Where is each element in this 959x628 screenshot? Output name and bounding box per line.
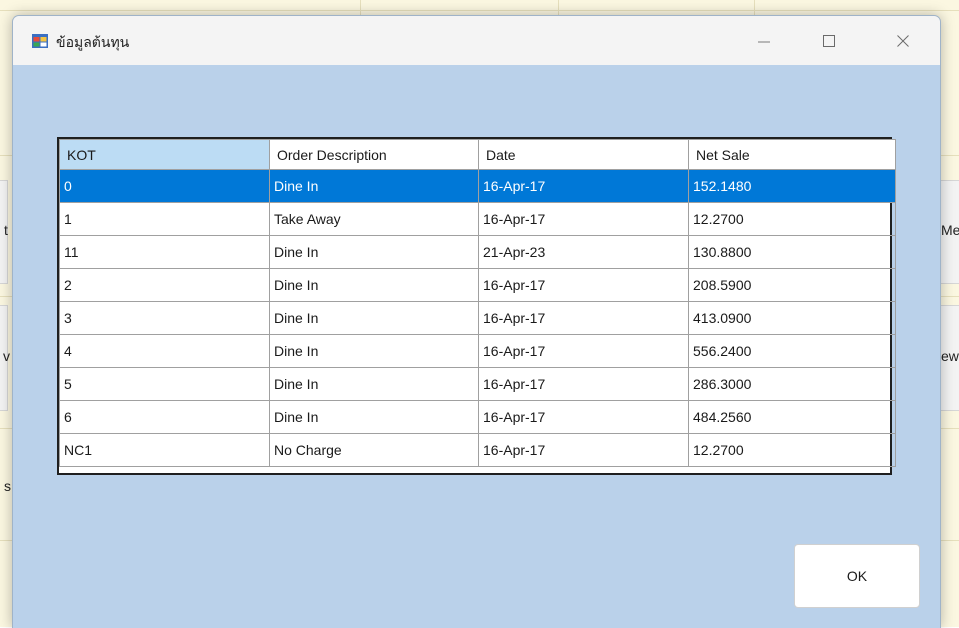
column-header-order-description[interactable]: Order Description: [269, 139, 479, 170]
close-icon: [897, 34, 909, 47]
cell-kot[interactable]: 5: [59, 367, 270, 401]
close-button[interactable]: [880, 16, 926, 65]
cell-net-sale[interactable]: 556.2400: [688, 334, 896, 368]
table-row[interactable]: 2 Dine In 16-Apr-17 208.5900: [59, 268, 896, 302]
cell-kot[interactable]: 2: [59, 268, 270, 302]
cell-date[interactable]: 16-Apr-17: [478, 367, 689, 401]
data-grid[interactable]: KOT Order Description Date Net Sale 0 Di…: [57, 137, 896, 475]
cell-order-description[interactable]: Dine In: [269, 400, 479, 434]
cell-date[interactable]: 16-Apr-17: [478, 169, 689, 203]
window-title: ข้อมูลต้นทุน: [56, 34, 130, 50]
grid-header-row: KOT Order Description Date Net Sale: [59, 139, 896, 170]
cell-order-description[interactable]: Take Away: [269, 202, 479, 236]
table-row[interactable]: 6 Dine In 16-Apr-17 484.2560: [59, 400, 896, 434]
cell-date[interactable]: 16-Apr-17: [478, 202, 689, 236]
cell-date[interactable]: 16-Apr-17: [478, 400, 689, 434]
cell-order-description[interactable]: Dine In: [269, 169, 479, 203]
table-row[interactable]: 5 Dine In 16-Apr-17 286.3000: [59, 367, 896, 401]
cell-net-sale[interactable]: 413.0900: [688, 301, 896, 335]
cell-net-sale[interactable]: 484.2560: [688, 400, 896, 434]
bg-partial-label: v: [3, 348, 10, 364]
bg-gridline: [0, 10, 959, 11]
cell-order-description[interactable]: Dine In: [269, 235, 479, 269]
cell-date[interactable]: 16-Apr-17: [478, 268, 689, 302]
cell-order-description[interactable]: Dine In: [269, 268, 479, 302]
cell-date[interactable]: 16-Apr-17: [478, 301, 689, 335]
column-header-date[interactable]: Date: [478, 139, 689, 170]
table-row[interactable]: 3 Dine In 16-Apr-17 413.0900: [59, 301, 896, 335]
minimize-button[interactable]: [741, 16, 787, 65]
data-grid-table: KOT Order Description Date Net Sale 0 Di…: [59, 139, 896, 467]
minimize-icon: [758, 41, 770, 42]
cell-kot[interactable]: 0: [59, 169, 270, 203]
ok-button[interactable]: OK: [794, 544, 920, 608]
bg-partial-label: Me: [941, 222, 959, 238]
cell-net-sale[interactable]: 12.2700: [688, 202, 896, 236]
cell-net-sale[interactable]: 152.1480: [688, 169, 896, 203]
cell-order-description[interactable]: Dine In: [269, 334, 479, 368]
bg-partial-label: ew: [941, 348, 959, 364]
bg-partial-label: t: [4, 222, 8, 238]
table-row[interactable]: 11 Dine In 21-Apr-23 130.8800: [59, 235, 896, 269]
cell-order-description[interactable]: No Charge: [269, 433, 479, 467]
cell-order-description[interactable]: Dine In: [269, 301, 479, 335]
cell-kot[interactable]: 4: [59, 334, 270, 368]
cell-net-sale[interactable]: 12.2700: [688, 433, 896, 467]
dialog-window: ข้อมูลต้นทุน KOT Order Description Date …: [12, 15, 941, 628]
column-header-net-sale[interactable]: Net Sale: [688, 139, 896, 170]
cell-kot[interactable]: 1: [59, 202, 270, 236]
cell-date[interactable]: 16-Apr-17: [478, 433, 689, 467]
table-row[interactable]: NC1 No Charge 16-Apr-17 12.2700: [59, 433, 896, 467]
cell-date[interactable]: 21-Apr-23: [478, 235, 689, 269]
table-row[interactable]: 0 Dine In 16-Apr-17 152.1480: [59, 169, 896, 203]
title-bar[interactable]: ข้อมูลต้นทุน: [13, 16, 940, 65]
table-row[interactable]: 4 Dine In 16-Apr-17 556.2400: [59, 334, 896, 368]
table-row[interactable]: 1 Take Away 16-Apr-17 12.2700: [59, 202, 896, 236]
cell-kot[interactable]: NC1: [59, 433, 270, 467]
cell-kot[interactable]: 11: [59, 235, 270, 269]
cell-date[interactable]: 16-Apr-17: [478, 334, 689, 368]
maximize-icon: [823, 34, 835, 47]
bg-partial-label: s: [4, 478, 11, 494]
cell-net-sale[interactable]: 130.8800: [688, 235, 896, 269]
cell-net-sale[interactable]: 286.3000: [688, 367, 896, 401]
maximize-button[interactable]: [806, 16, 852, 65]
form-icon: [32, 34, 48, 48]
cell-net-sale[interactable]: 208.5900: [688, 268, 896, 302]
column-header-kot[interactable]: KOT: [59, 139, 270, 170]
cell-kot[interactable]: 3: [59, 301, 270, 335]
cell-kot[interactable]: 6: [59, 400, 270, 434]
cell-order-description[interactable]: Dine In: [269, 367, 479, 401]
